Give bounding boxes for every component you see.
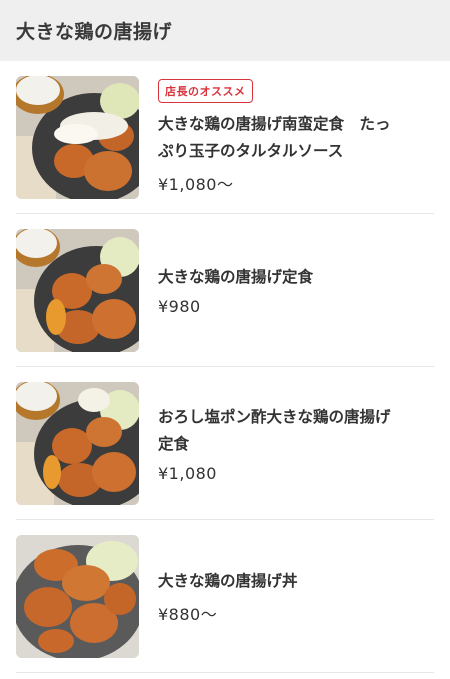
menu-item-karaage-don[interactable]: 大きな鶏の唐揚げ丼 ¥880〜 bbox=[16, 520, 434, 673]
recommended-badge: 店長のオススメ bbox=[158, 79, 253, 103]
food-photo-icon bbox=[16, 381, 139, 505]
food-photo-icon bbox=[16, 534, 139, 658]
menu-item-name: おろし塩ポン酢大きな鶏の唐揚げ定食 bbox=[158, 407, 391, 453]
menu-item-karaage-set[interactable]: 大きな鶏の唐揚げ定食 ¥980 bbox=[16, 214, 434, 367]
page-title: 大きな鶏の唐揚げ bbox=[16, 21, 173, 43]
menu-item-nanban-set[interactable]: 店長のオススメ 大きな鶏の唐揚げ南蛮定食 たっぷり玉子のタルタルソース ¥1,0… bbox=[16, 61, 434, 214]
page-header: 大きな鶏の唐揚げ bbox=[0, 0, 450, 61]
menu-item-photo bbox=[16, 534, 139, 658]
menu-item-price: ¥980 bbox=[158, 297, 201, 316]
menu-item-price: ¥880〜 bbox=[158, 604, 218, 624]
menu-item-ponzu-set[interactable]: おろし塩ポン酢大きな鶏の唐揚げ定食 ¥1,080 bbox=[16, 367, 434, 520]
menu-item-photo bbox=[16, 75, 139, 199]
food-photo-icon bbox=[16, 228, 139, 352]
menu-item-price: ¥1,080〜 bbox=[158, 175, 234, 194]
menu-item-photo bbox=[16, 381, 139, 505]
menu-item-name: 大きな鶏の唐揚げ丼 bbox=[158, 571, 298, 590]
menu-item-name: 大きな鶏の唐揚げ南蛮定食 たっぷり玉子のタルタルソース bbox=[158, 115, 391, 160]
menu-list: 店長のオススメ 大きな鶏の唐揚げ南蛮定食 たっぷり玉子のタルタルソース ¥1,0… bbox=[0, 61, 450, 673]
menu-item-photo bbox=[16, 228, 139, 352]
menu-item-name: 大きな鶏の唐揚げ定食 bbox=[158, 268, 314, 286]
menu-item-price: ¥1,080 bbox=[158, 463, 217, 483]
food-photo-icon bbox=[16, 75, 139, 199]
